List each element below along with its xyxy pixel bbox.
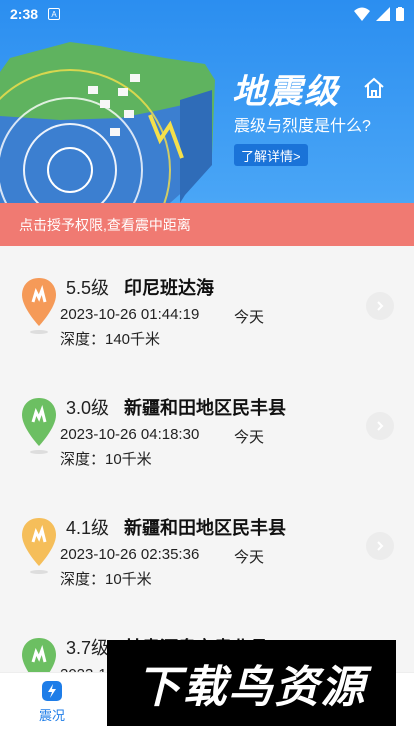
- signal-icon: [376, 7, 390, 21]
- house-icon: [364, 77, 384, 98]
- learn-more-button[interactable]: 了解详情>: [234, 144, 308, 166]
- chevron-right-icon[interactable]: [366, 412, 394, 440]
- watermark-overlay: 下载鸟资源: [107, 640, 396, 726]
- location: 印尼班达海: [124, 278, 214, 298]
- day-label: 今天: [234, 549, 265, 566]
- status-bar: 2:38 A: [0, 0, 414, 28]
- location-pin-icon: [22, 398, 56, 454]
- location-pin-icon: [22, 278, 56, 334]
- timestamp: 2023-10-26 02:35:36: [60, 546, 200, 563]
- banner-headline: 地震级: [232, 73, 340, 111]
- location-pin-icon: [22, 518, 56, 574]
- day-label: 今天: [234, 429, 265, 446]
- magnitude: 5.5级: [66, 278, 110, 298]
- status-time: 2:38: [10, 6, 39, 22]
- permission-notice[interactable]: 点击授予权限,查看震中距离: [0, 203, 414, 246]
- lightning-icon: [42, 681, 62, 701]
- day-label: 今天: [234, 309, 265, 326]
- timestamp: 2023-10-26 04:18:30: [60, 426, 200, 443]
- wifi-icon: [354, 7, 370, 21]
- chevron-right-icon[interactable]: [366, 292, 394, 320]
- list-item[interactable]: 4.1级 新疆和田地区民丰县 2023-10-26 02:35:36 今天 深度…: [0, 486, 414, 606]
- magnitude: 3.0级: [66, 398, 110, 418]
- chevron-right-icon[interactable]: [366, 532, 394, 560]
- banner[interactable]: 地震级 震级与烈度是什么? 了解详情>: [0, 0, 414, 203]
- location-pin-icon: [22, 638, 56, 672]
- depth: 深度：140千米: [60, 331, 161, 348]
- banner-subtitle: 震级与烈度是什么?: [234, 118, 371, 135]
- map-illustration: [0, 42, 215, 203]
- list-item[interactable]: 5.5级 印尼班达海 2023-10-26 01:44:19 今天 深度：140…: [0, 246, 414, 366]
- magnitude: 4.1级: [66, 518, 110, 538]
- depth: 深度：10千米: [60, 571, 152, 588]
- earthquake-list: 5.5级 印尼班达海 2023-10-26 01:44:19 今天 深度：140…: [0, 246, 414, 672]
- location: 新疆和田地区民丰县: [124, 518, 286, 538]
- app-indicator-icon: A: [48, 8, 61, 20]
- location: 新疆和田地区民丰县: [124, 398, 286, 418]
- battery-icon: [396, 7, 404, 21]
- list-item[interactable]: 3.0级 新疆和田地区民丰县 2023-10-26 04:18:30 今天 深度…: [0, 366, 414, 486]
- timestamp: 2023-10-26 01:44:19: [60, 306, 200, 323]
- tab-quake-status[interactable]: 震况: [20, 679, 84, 724]
- depth: 深度：10千米: [60, 451, 152, 468]
- tab-label: 震况: [38, 708, 65, 723]
- magnitude: 3.7级: [66, 638, 110, 658]
